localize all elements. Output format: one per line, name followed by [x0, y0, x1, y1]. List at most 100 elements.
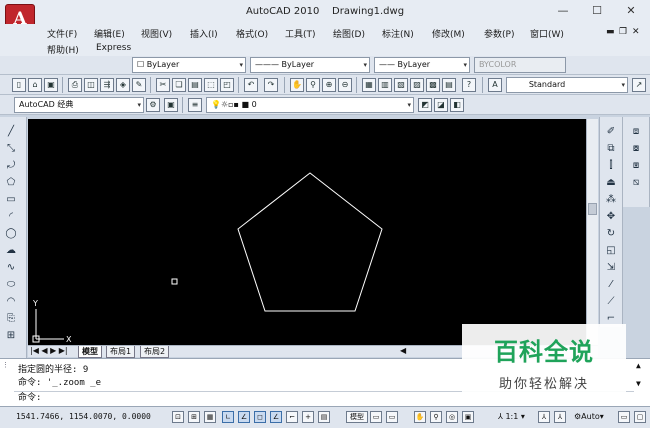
send-back-icon[interactable]: ⧇ — [629, 142, 643, 155]
markup-manager-icon[interactable]: ▩ — [426, 78, 440, 92]
arc-icon[interactable]: ◜ — [4, 210, 18, 223]
properties-icon[interactable]: ▦ — [362, 78, 376, 92]
menu-view[interactable]: 视图(V) — [141, 27, 172, 40]
send-under-icon[interactable]: ⧅ — [629, 176, 643, 189]
layer-combo[interactable]: 💡☼▫▪ ■ 0 ▾ — [206, 97, 414, 113]
menu-draw[interactable]: 绘图(D) — [333, 27, 365, 40]
tab-nav-arrows-icon[interactable]: |◀ ◀ ▶ ▶| — [30, 346, 68, 355]
polygon-icon[interactable]: ⬠ — [4, 176, 18, 189]
dim-style-icon[interactable]: ↗ — [632, 78, 646, 92]
ortho-mode-icon[interactable]: ∟ — [222, 411, 234, 423]
color-combo[interactable]: ☐ ByLayer ▾ — [132, 57, 246, 73]
snap-mode-icon[interactable]: ⊞ — [188, 411, 200, 423]
menu-file[interactable]: 文件(F) — [47, 27, 77, 40]
tab-layout1[interactable]: 布局1 — [106, 346, 136, 358]
extend-icon[interactable]: ⟋ — [604, 295, 618, 308]
drawing-canvas[interactable]: Y X — [28, 119, 586, 345]
copy-object-icon[interactable]: ⧉ — [604, 142, 618, 155]
pentagon-shape[interactable] — [237, 172, 383, 312]
tool-palettes-icon[interactable]: ▧ — [394, 78, 408, 92]
quick-view-drawings-icon[interactable]: ▭ — [386, 411, 398, 423]
polyline-icon[interactable]: ⤾ — [4, 159, 18, 172]
menu-parametric[interactable]: 参数(P) — [484, 27, 514, 40]
move-icon[interactable]: ✥ — [604, 210, 618, 223]
rectangle-icon[interactable]: ▭ — [4, 193, 18, 206]
clean-screen-icon[interactable]: ▢ — [634, 411, 646, 423]
open-icon[interactable]: ⌂ — [28, 78, 42, 92]
zoom-window-icon[interactable]: ⊕ — [322, 78, 336, 92]
tab-model[interactable]: 模型 — [78, 346, 102, 358]
vertical-scroll-thumb[interactable] — [588, 203, 597, 215]
menu-modify[interactable]: 修改(M) — [432, 27, 465, 40]
tab-layout2[interactable]: 布局2 — [140, 346, 170, 358]
showmotion-icon[interactable]: ▣ — [462, 411, 474, 423]
steering-wheel-icon[interactable]: ◎ — [446, 411, 458, 423]
linetype-combo[interactable]: ——— ByLayer ▾ — [250, 57, 370, 73]
infer-constraints-icon[interactable]: ⊡ — [172, 411, 184, 423]
scale-icon[interactable]: ◱ — [604, 244, 618, 257]
zoom-status-icon[interactable]: ⚲ — [430, 411, 442, 423]
object-snap-icon[interactable]: ◻ — [254, 411, 266, 423]
menu-edit[interactable]: 编辑(E) — [94, 27, 125, 40]
sheet-set-icon[interactable]: ▨ — [410, 78, 424, 92]
zoom-previous-icon[interactable]: ⊖ — [338, 78, 352, 92]
quickcalc-icon[interactable]: ▤ — [442, 78, 456, 92]
bring-above-icon[interactable]: ⧆ — [629, 159, 643, 172]
workspace-combo[interactable]: AutoCAD 经典 ▾ — [14, 97, 144, 113]
design-center-icon[interactable]: ▥ — [378, 78, 392, 92]
stretch-icon[interactable]: ⇲ — [604, 261, 618, 274]
mirror-icon[interactable]: ⫿ — [604, 159, 618, 172]
markup-icon[interactable]: ✎ — [132, 78, 146, 92]
menu-tools[interactable]: 工具(T) — [285, 27, 316, 40]
cut-icon[interactable]: ✂ — [156, 78, 170, 92]
doc-minimize-icon[interactable]: ▬ — [606, 27, 615, 37]
command-window-grip-icon[interactable]: ⋮ — [2, 361, 9, 369]
revision-cloud-icon[interactable]: ☁ — [4, 244, 18, 257]
ellipse-icon[interactable]: ⬭ — [4, 278, 18, 291]
insert-block-icon[interactable]: ⎘ — [4, 312, 18, 325]
model-space-button[interactable]: 模型 — [346, 411, 368, 423]
match-properties-icon[interactable]: ⬚ — [204, 78, 218, 92]
doc-restore-icon[interactable]: ❐ — [619, 27, 627, 37]
annotation-scale[interactable]: ⅄ 1:1 ▾ — [498, 412, 525, 421]
quick-view-layouts-icon[interactable]: ▭ — [370, 411, 382, 423]
toolbar-lock-icon[interactable]: ▭ — [618, 411, 630, 423]
maximize-button[interactable]: ☐ — [580, 0, 614, 22]
rotate-icon[interactable]: ↻ — [604, 227, 618, 240]
menu-help[interactable]: 帮助(H) — [47, 43, 79, 56]
grid-display-icon[interactable]: ▦ — [204, 411, 216, 423]
undo-icon[interactable]: ↶ — [244, 78, 258, 92]
circle-icon[interactable]: ◯ — [4, 227, 18, 240]
help-icon[interactable]: ? — [462, 78, 476, 92]
auto-scale-icon[interactable]: ⅄ — [554, 411, 566, 423]
object-snap-tracking-icon[interactable]: ∠ — [270, 411, 282, 423]
text-style-icon[interactable]: A — [488, 78, 502, 92]
new-icon[interactable]: ▯ — [12, 78, 26, 92]
spline-icon[interactable]: ∿ — [4, 261, 18, 274]
preview-icon[interactable]: ◫ — [84, 78, 98, 92]
3d-dwf-icon[interactable]: ◈ — [116, 78, 130, 92]
menu-window[interactable]: 窗口(W) — [530, 27, 564, 40]
pan-status-icon[interactable]: ✋ — [414, 411, 426, 423]
minimize-button[interactable]: — — [546, 0, 580, 22]
polar-tracking-icon[interactable]: ∠ — [238, 411, 250, 423]
workspace-save-icon[interactable]: ▣ — [164, 98, 178, 112]
menu-insert[interactable]: 插入(I) — [190, 27, 218, 40]
workspace-switch[interactable]: ⚙Auto▾ — [574, 412, 604, 421]
menu-format[interactable]: 格式(O) — [236, 27, 268, 40]
line-icon[interactable]: ╱ — [4, 125, 18, 138]
cmd-scroll-up-icon[interactable]: ▲ — [636, 361, 641, 370]
pan-icon[interactable]: ✋ — [290, 78, 304, 92]
dynamic-input-icon[interactable]: + — [302, 411, 314, 423]
plot-icon[interactable]: ⎙ — [68, 78, 82, 92]
make-block-icon[interactable]: ⊞ — [4, 329, 18, 342]
menu-express[interactable]: Express — [96, 43, 131, 53]
layer-previous-icon[interactable]: ◪ — [434, 98, 448, 112]
ellipse-arc-icon[interactable]: ◠ — [4, 295, 18, 308]
publish-icon[interactable]: ⇶ — [100, 78, 114, 92]
erase-icon[interactable]: ✐ — [604, 125, 618, 138]
vertical-scrollbar[interactable] — [586, 119, 598, 345]
close-button[interactable]: ✕ — [614, 0, 648, 22]
cmd-scroll-down-icon[interactable]: ▼ — [636, 379, 641, 388]
bring-front-icon[interactable]: ⧈ — [629, 125, 643, 138]
